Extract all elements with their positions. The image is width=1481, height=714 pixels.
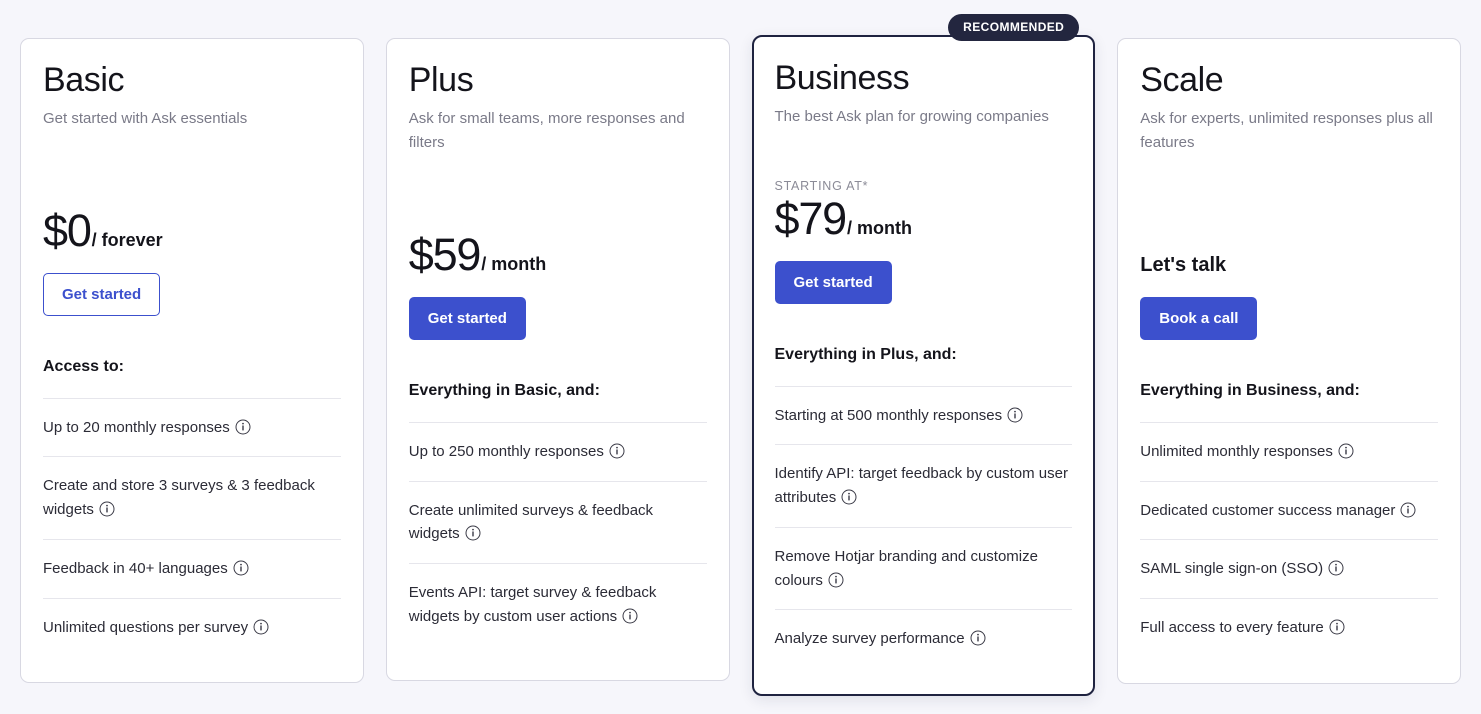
feature-label: Events API: target survey & feedback wid…: [408, 584, 657, 625]
features-section-basic: Access to: Up to 20 monthly responses Crea…: [43, 357, 341, 656]
price-amount-plus: $59: [408, 229, 482, 281]
feature-item: Create unlimited surveys & feedback widg…: [408, 480, 707, 563]
plan-name-plus: Plus: [408, 61, 474, 99]
feature-item: Up to 20 monthly responses: [43, 397, 341, 457]
info-circle-icon[interactable]: [1328, 560, 1344, 576]
price-line-business: $79/ month: [775, 196, 1073, 241]
features-heading-business: Everything in Plus, and:: [774, 345, 957, 363]
feature-item: Analyze survey performance: [774, 609, 1073, 668]
features-heading-plus: Everything in Basic, and:: [408, 382, 600, 400]
feature-label: Up to 20 monthly responses: [43, 418, 230, 436]
info-circle-icon[interactable]: [253, 619, 269, 635]
feature-label: SAML single sign-on (SSO): [1140, 560, 1324, 578]
info-circle-icon[interactable]: [841, 489, 857, 505]
feature-item: Unlimited questions per survey: [43, 597, 341, 657]
plan-name-scale: Scale: [1140, 61, 1224, 99]
info-circle-icon[interactable]: [1400, 502, 1416, 518]
feature-label: Identify API: target feedback by custom …: [774, 465, 1069, 507]
plan-card-plus: Plus Ask for small teams, more responses …: [385, 38, 730, 681]
features-section-scale: Everything in Business, and: Unlimited mo…: [1140, 381, 1438, 657]
feature-label: Create and store 3 surveys & 3 feedback …: [43, 477, 315, 519]
info-circle-icon[interactable]: [235, 419, 251, 435]
info-circle-icon[interactable]: [1329, 619, 1345, 635]
features-section-plus: Everything in Basic, and: Up to 250 month…: [408, 381, 707, 645]
feature-label: Up to 250 monthly responses: [408, 443, 604, 461]
feature-label: Dedicated customer success manager: [1140, 501, 1396, 519]
plan-card-business: RECOMMENDED Business The best Ask plan for…: [751, 14, 1096, 696]
cta-button-business[interactable]: Get started: [774, 260, 892, 304]
feature-item: SAML single sign-on (SSO): [1140, 539, 1438, 598]
feature-item: Create and store 3 surveys & 3 feedback …: [43, 456, 341, 538]
features-heading-scale: Everything in Business, and:: [1140, 382, 1360, 400]
price-line-plus: $59/ month: [409, 232, 707, 277]
plan-card-basic: Basic Get started with Ask essentials $0/ …: [20, 38, 364, 684]
price-block-scale: Let's talk: [1140, 181, 1438, 277]
info-circle-icon[interactable]: [609, 443, 625, 459]
info-circle-icon[interactable]: [970, 630, 986, 646]
feature-label: Unlimited questions per survey: [43, 618, 249, 636]
plan-card-scale: Scale Ask for experts, unlimited response…: [1117, 38, 1461, 684]
price-block-plus: $59/ month: [409, 181, 707, 277]
feature-item: Starting at 500 monthly responses: [774, 385, 1073, 445]
info-circle-icon[interactable]: [99, 501, 115, 517]
feature-item: Remove Hotjar branding and customize col…: [774, 526, 1073, 609]
recommended-badge: RECOMMENDED: [948, 14, 1080, 41]
price-amount-basic: $0: [43, 204, 92, 256]
info-circle-icon[interactable]: [1338, 443, 1354, 459]
feature-label: Unlimited monthly responses: [1140, 443, 1333, 461]
feature-item: Identify API: target feedback by custom …: [774, 444, 1073, 526]
feature-item: Full access to every feature: [1140, 598, 1438, 657]
price-line-basic: $0/ forever: [43, 208, 341, 253]
plan-tagline-basic: Get started with Ask essentials: [43, 109, 248, 127]
feature-label: Analyze survey performance: [774, 630, 965, 648]
pricing-plans-grid: Basic Get started with Ask essentials $0/ …: [20, 14, 1461, 696]
feature-item: Dedicated customer success manager: [1140, 480, 1438, 540]
price-period-basic: / forever: [91, 229, 163, 250]
price-period-plus: / month: [481, 254, 547, 275]
info-circle-icon[interactable]: [1007, 407, 1023, 423]
feature-label: Full access to every feature: [1140, 619, 1324, 637]
info-circle-icon[interactable]: [622, 608, 638, 624]
price-amount-business: $79: [774, 192, 848, 244]
plan-name-basic: Basic: [43, 61, 125, 99]
plan-tagline-business: The best Ask plan for growing companies: [774, 107, 1049, 125]
info-circle-icon[interactable]: [828, 572, 844, 588]
cta-button-basic[interactable]: Get started: [43, 272, 161, 316]
info-circle-icon[interactable]: [465, 525, 481, 541]
feature-label: Feedback in 40+ languages: [43, 559, 228, 577]
cta-button-scale[interactable]: Book a call: [1140, 297, 1258, 341]
price-text-scale: Let's talk: [1140, 254, 1227, 277]
feature-label: Starting at 500 monthly responses: [774, 406, 1003, 424]
feature-item: Feedback in 40+ languages: [43, 538, 341, 598]
cta-button-plus[interactable]: Get started: [408, 297, 526, 341]
plan-name-business: Business: [774, 59, 910, 97]
price-block-business: STARTING AT* $79/ month: [775, 145, 1073, 241]
feature-label: Remove Hotjar branding and customize col…: [774, 547, 1038, 589]
price-prefix-business: STARTING AT*: [774, 178, 869, 193]
price-period-business: / month: [846, 217, 912, 238]
feature-label: Create unlimited surveys & feedback widg…: [408, 501, 654, 543]
plan-tagline-scale: Ask for experts, unlimited responses plu…: [1140, 109, 1433, 151]
feature-item: Events API: target survey & feedback wid…: [408, 563, 707, 645]
plan-tagline-plus: Ask for small teams, more responses and …: [408, 109, 685, 151]
price-block-basic: $0/ forever: [43, 157, 341, 253]
features-heading-basic: Access to:: [43, 357, 124, 375]
feature-item: Unlimited monthly responses: [1140, 422, 1438, 481]
info-circle-icon[interactable]: [233, 560, 249, 576]
features-section-business: Everything in Plus, and: Starting at 500 …: [774, 345, 1073, 668]
feature-item: Up to 250 monthly responses: [408, 422, 707, 481]
